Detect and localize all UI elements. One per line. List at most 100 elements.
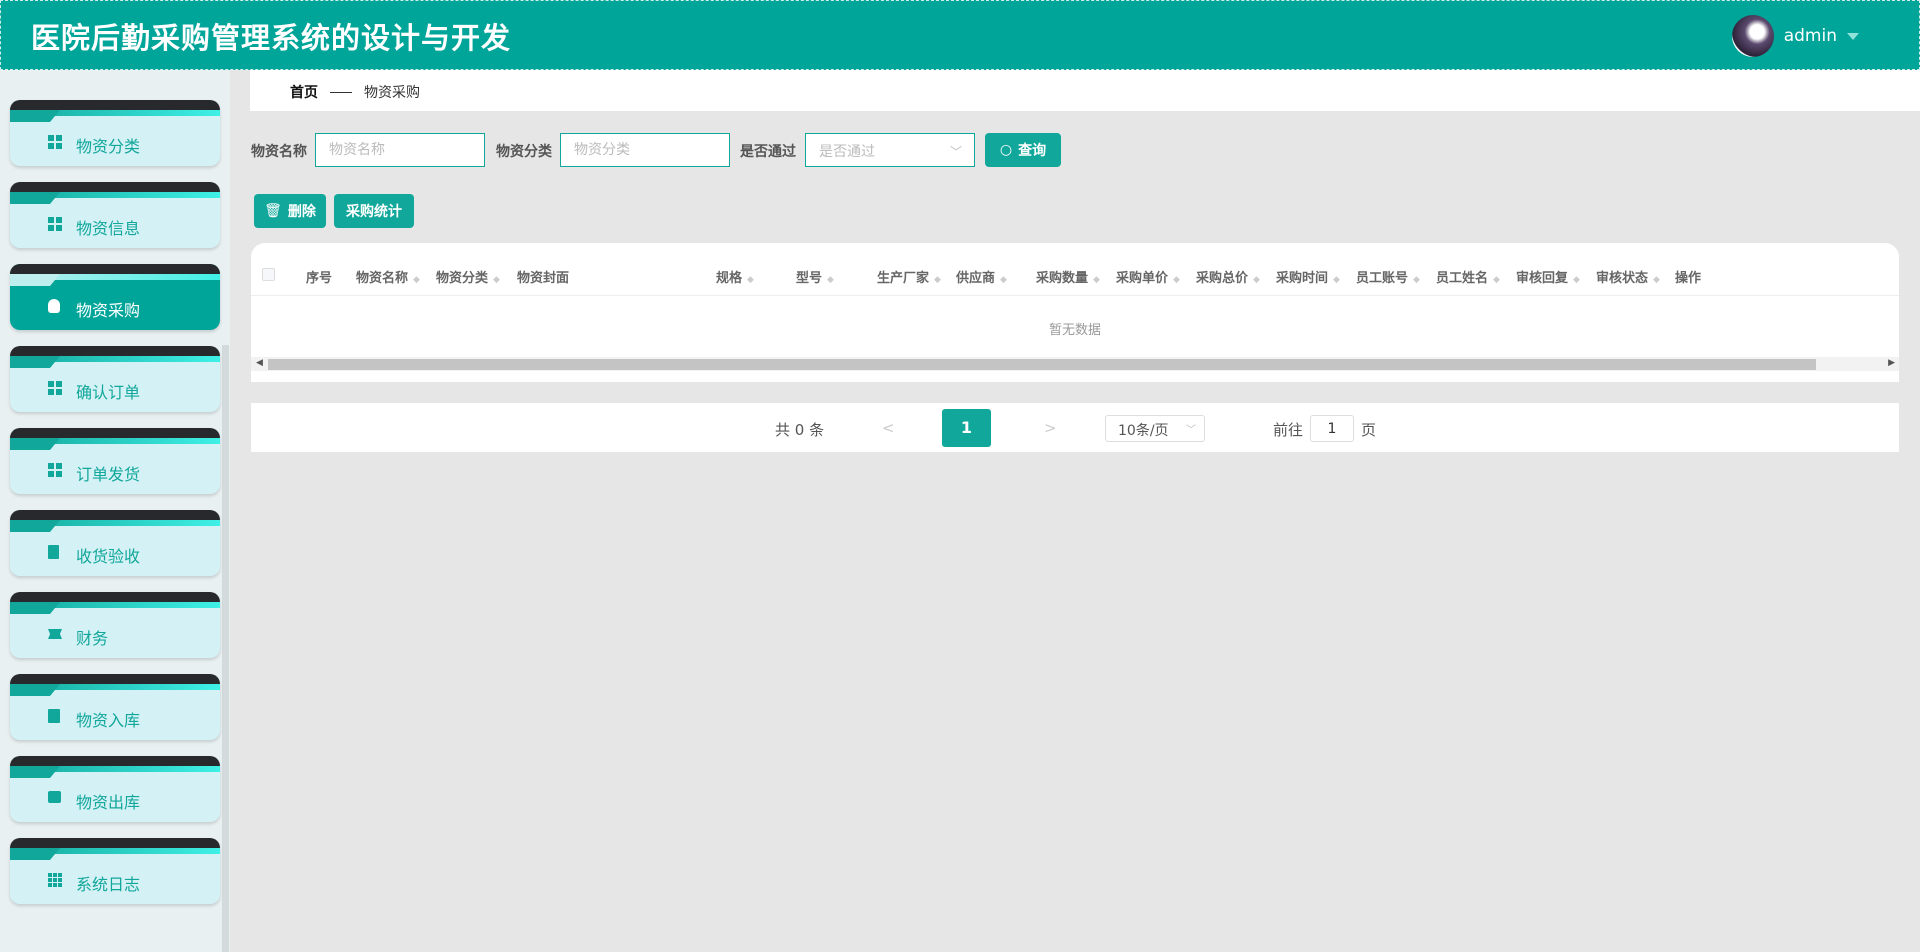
- prev-page-button[interactable]: <: [882, 419, 895, 437]
- sidebar-item-10[interactable]: 系统日志: [10, 838, 220, 904]
- total-count: 共 0 条: [775, 421, 825, 439]
- breadcrumb-bar: 首页 物资采购: [250, 70, 1920, 111]
- sort-icon[interactable]: ◆: [1413, 275, 1420, 285]
- search-button[interactable]: ○ 查询: [985, 133, 1061, 167]
- item-tab: [10, 274, 60, 286]
- sidebar-item-9[interactable]: 物资出库: [10, 756, 220, 822]
- sort-icon[interactable]: ◆: [1253, 275, 1260, 285]
- column-header-label: 物资分类: [436, 271, 489, 286]
- sidebar-item-6[interactable]: 收货验收: [10, 510, 220, 576]
- item-top-band: [10, 100, 220, 110]
- goto-label: 前往: [1273, 421, 1304, 439]
- sidebar-scrollbar[interactable]: [222, 345, 229, 952]
- box-icon: [48, 791, 62, 805]
- sidebar-item-label: 系统日志: [76, 875, 141, 894]
- sort-icon[interactable]: ◆: [1173, 275, 1180, 285]
- user-menu[interactable]: admin: [1731, 15, 1859, 57]
- goto-page-input[interactable]: [1310, 415, 1354, 442]
- sidebar-item-1[interactable]: 物资分类: [10, 100, 220, 166]
- sort-icon[interactable]: ◆: [1493, 275, 1500, 285]
- next-page-button[interactable]: >: [1044, 419, 1057, 437]
- sidebar-item-5[interactable]: 订单发货: [10, 428, 220, 494]
- item-tab: [10, 520, 60, 532]
- clipboard-icon: [48, 545, 62, 559]
- sidebar-item-7[interactable]: 财务: [10, 592, 220, 658]
- column-header[interactable]: 采购总价 ◆: [1196, 267, 1260, 286]
- page-size-value: 10条/页: [1118, 423, 1169, 439]
- category-filter-input[interactable]: [560, 133, 730, 167]
- column-header[interactable]: 审核状态 ◆: [1596, 267, 1660, 286]
- column-header[interactable]: 操作: [1675, 267, 1701, 286]
- sort-icon[interactable]: ◆: [747, 275, 754, 285]
- select-all-checkbox[interactable]: [262, 268, 275, 281]
- item-top-band: [10, 592, 220, 602]
- sidebar-item-label: 订单发货: [76, 465, 141, 484]
- empty-text: 暂无数据: [1048, 323, 1101, 338]
- column-header[interactable]: 型号 ◆: [796, 267, 834, 286]
- sort-icon[interactable]: ◆: [827, 275, 834, 285]
- purchase-stats-button[interactable]: 采购统计: [334, 194, 414, 228]
- sidebar-item-label: 物资入库: [76, 711, 141, 730]
- column-header[interactable]: 审核回复 ◆: [1516, 267, 1580, 286]
- item-top-band: [10, 428, 220, 438]
- sort-icon[interactable]: ◆: [1333, 275, 1340, 285]
- column-header[interactable]: 供应商 ◆: [956, 267, 1007, 286]
- sidebar-item-label: 物资分类: [76, 137, 141, 156]
- name-filter-input[interactable]: [315, 133, 485, 167]
- column-header-label: 操作: [1675, 271, 1702, 286]
- sort-icon[interactable]: ◆: [413, 275, 420, 285]
- name-filter-label: 物资名称: [251, 144, 307, 160]
- column-header-label: 供应商: [956, 271, 996, 286]
- item-top-band: [10, 182, 220, 192]
- passed-filter-select[interactable]: 是否通过 ﹀: [805, 133, 975, 167]
- sort-icon[interactable]: ◆: [493, 275, 500, 285]
- column-header[interactable]: 物资名称 ◆: [356, 267, 420, 286]
- column-header[interactable]: 采购单价 ◆: [1116, 267, 1180, 286]
- passed-filter-label: 是否通过: [740, 144, 796, 160]
- column-header-label: 序号: [306, 271, 333, 286]
- clipboard-check-icon: [48, 709, 62, 723]
- sidebar-item-label: 确认订单: [76, 383, 141, 402]
- sidebar-item-label: 物资出库: [76, 793, 141, 812]
- horizontal-scrollbar[interactable]: ◀ ▶: [251, 357, 1899, 371]
- caret-down-icon: [1847, 32, 1859, 40]
- column-header-label: 采购数量: [1036, 271, 1089, 286]
- column-header-label: 型号: [796, 271, 823, 286]
- column-header[interactable]: 物资封面: [517, 267, 569, 286]
- search-button-label: 查询: [1018, 143, 1047, 159]
- column-header[interactable]: 员工姓名 ◆: [1436, 267, 1500, 286]
- column-header[interactable]: 生产厂家 ◆: [877, 267, 941, 286]
- item-tab: [10, 848, 60, 860]
- sidebar-item-2[interactable]: 物资信息: [10, 182, 220, 248]
- sort-icon[interactable]: ◆: [1573, 275, 1580, 285]
- page-size-select[interactable]: 10条/页 ﹀: [1105, 415, 1205, 442]
- column-header[interactable]: 采购数量 ◆: [1036, 267, 1100, 286]
- sort-icon[interactable]: ◆: [1093, 275, 1100, 285]
- category-filter-label: 物资分类: [496, 144, 552, 160]
- sort-icon[interactable]: ◆: [1000, 275, 1007, 285]
- sidebar-item-4[interactable]: 确认订单: [10, 346, 220, 412]
- page-1-button[interactable]: 1: [942, 409, 991, 447]
- sort-icon[interactable]: ◆: [1653, 275, 1660, 285]
- scroll-left-icon[interactable]: ◀: [256, 358, 263, 368]
- scrollbar-thumb[interactable]: [268, 359, 1816, 370]
- column-header[interactable]: 采购时间 ◆: [1276, 267, 1340, 286]
- username: admin: [1783, 26, 1837, 46]
- sidebar-item-3[interactable]: 物资采购: [10, 264, 220, 330]
- scroll-right-icon[interactable]: ▶: [1888, 358, 1895, 368]
- delete-button[interactable]: 🗑︎ 删除: [254, 194, 326, 228]
- column-header-label: 员工姓名: [1436, 271, 1489, 286]
- item-tab: [10, 602, 60, 614]
- sidebar-item-8[interactable]: 物资入库: [10, 674, 220, 740]
- search-icon: ○: [999, 142, 1013, 158]
- column-header[interactable]: 序号: [306, 267, 332, 286]
- chevron-down-icon: ﹀: [949, 145, 962, 159]
- column-header[interactable]: 员工账号 ◆: [1356, 267, 1420, 286]
- sort-icon[interactable]: ◆: [934, 275, 941, 285]
- breadcrumb-home[interactable]: 首页: [290, 82, 318, 102]
- item-top-band: [10, 674, 220, 684]
- column-header[interactable]: 规格 ◆: [716, 267, 754, 286]
- column-header[interactable]: 物资分类 ◆: [436, 267, 500, 286]
- passed-filter-placeholder: 是否通过: [819, 144, 875, 160]
- column-header-label: 采购总价: [1196, 271, 1249, 286]
